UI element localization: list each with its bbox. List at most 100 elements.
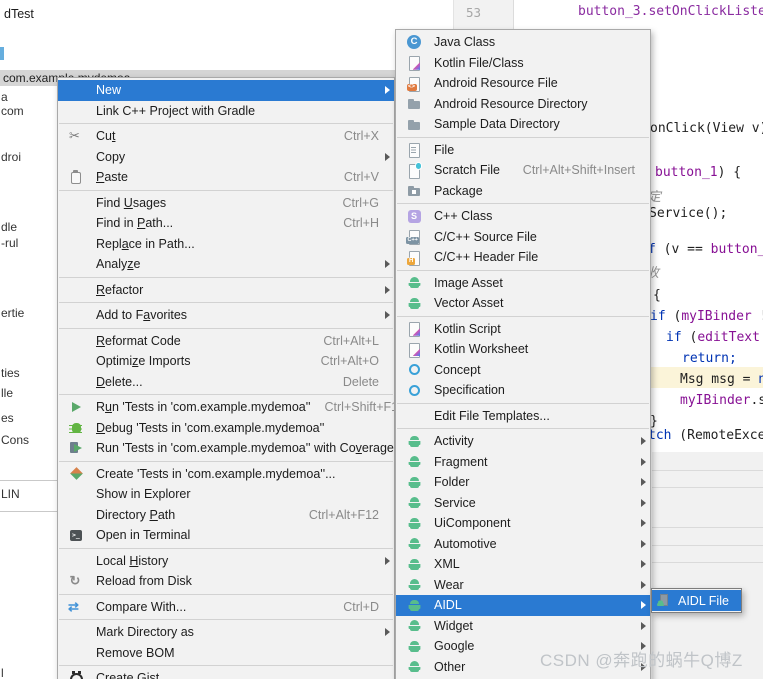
- menu-item-automotive[interactable]: Automotive: [396, 534, 650, 555]
- menu-item-file[interactable]: File: [396, 140, 650, 161]
- menu-item-icon-slot: [406, 618, 422, 634]
- menu-item-shortcut: Delete: [342, 374, 379, 389]
- tree-item-fragment[interactable]: droi: [1, 150, 21, 164]
- menu-item-kotlin-script[interactable]: Kotlin Script: [396, 319, 650, 340]
- menu-item-specification[interactable]: Specification: [396, 380, 650, 401]
- tree-item-fragment[interactable]: es: [1, 411, 14, 425]
- menu-item-aidl-file[interactable]: AIDL File: [652, 590, 741, 611]
- menu-item-debug-tests-in-com-example-mydemoa[interactable]: Debug 'Tests in 'com.example.mydemoa'': [58, 418, 394, 439]
- watermark: CSDN @奔跑的蜗牛Q博Z: [540, 651, 743, 670]
- arrow-slot: [635, 498, 646, 507]
- menu-item-icon-slot: [68, 215, 84, 231]
- tree-item-fragment[interactable]: LIN: [1, 487, 20, 501]
- menu-item-label: Create 'Tests in 'com.example.mydemoa''.…: [96, 466, 336, 481]
- menu-item-remove-bom[interactable]: Remove BOM: [58, 643, 394, 664]
- menu-item-java-class[interactable]: Java Class: [396, 32, 650, 53]
- menu-item-package[interactable]: Package: [396, 181, 650, 202]
- menu-item-concept[interactable]: Concept: [396, 360, 650, 381]
- menu-item-paste[interactable]: Paste Ctrl+V: [58, 167, 394, 188]
- menu-item-mark-directory-as[interactable]: Mark Directory as: [58, 622, 394, 643]
- menu-item-icon-slot: [68, 440, 84, 456]
- submenu-arrow-icon: [385, 311, 390, 320]
- menu-item-wear[interactable]: Wear: [396, 575, 650, 596]
- menu-item-uicomponent[interactable]: UiComponent: [396, 513, 650, 534]
- menu-item-sample-data-directory[interactable]: Sample Data Directory: [396, 114, 650, 135]
- menu-item-shortcut: Ctrl+X: [343, 129, 379, 144]
- tree-item-fragment[interactable]: -rul: [1, 236, 18, 250]
- tree-item-fragment[interactable]: com: [1, 104, 24, 118]
- menu-item-cut[interactable]: Cut Ctrl+X: [58, 126, 394, 147]
- menu-item-analyze[interactable]: Analyze: [58, 254, 394, 275]
- menu-item-open-in-terminal[interactable]: Open in Terminal: [58, 525, 394, 546]
- menu-item-create-gist[interactable]: Create Gist...: [58, 668, 394, 679]
- menu-separator: [59, 123, 393, 124]
- menu-item-new[interactable]: New: [58, 80, 394, 101]
- menu-item-service[interactable]: Service: [396, 493, 650, 514]
- tree-item-fragment[interactable]: ties: [1, 366, 20, 380]
- menu-item-kotlin-file-class[interactable]: Kotlin File/Class: [396, 53, 650, 74]
- menu-item-add-to-favorites[interactable]: Add to Favorites: [58, 305, 394, 326]
- tree-item-fragment[interactable]: lle: [1, 386, 13, 400]
- tree-item-fragment[interactable]: a: [1, 90, 8, 104]
- menu-item-c-c-source-file[interactable]: C/C++ Source File: [396, 227, 650, 248]
- android-icon: [406, 659, 422, 675]
- code-token: (RemoteExcep: [679, 428, 763, 443]
- menu-separator: [59, 593, 393, 595]
- tree-item-fragment[interactable]: Cons: [1, 433, 29, 447]
- menu-item-find-usages[interactable]: Find Usages Ctrl+G: [58, 193, 394, 214]
- right-gray-panel: [652, 452, 763, 679]
- menu-item-fragment[interactable]: Fragment: [396, 452, 650, 473]
- tree-item-fragment[interactable]: dle: [1, 220, 17, 234]
- menu-item-run-tests-in-com-example-mydemoa-with-co[interactable]: Run 'Tests in 'com.example.mydemoa'' wit…: [58, 438, 394, 459]
- menu-item-local-history[interactable]: Local History: [58, 551, 394, 572]
- debug-icon: [68, 420, 84, 436]
- menu-item-icon-slot: [406, 116, 422, 132]
- menu-item-widget[interactable]: Widget: [396, 616, 650, 637]
- menu-item-icon-slot: [406, 362, 422, 378]
- menu-item-copy[interactable]: Copy: [58, 147, 394, 168]
- menu-item-show-in-explorer[interactable]: Show in Explorer: [58, 484, 394, 505]
- tree-item-fragment[interactable]: ertie: [1, 306, 24, 320]
- menu-item-aidl[interactable]: AIDL: [396, 595, 650, 616]
- menu-item-android-resource-file[interactable]: Android Resource File: [396, 73, 650, 94]
- tree-item-fragment[interactable]: l: [1, 666, 4, 679]
- panel-divider: [652, 545, 763, 546]
- menu-item-c-c-header-file[interactable]: C/C++ Header File: [396, 247, 650, 268]
- menu-item-reload-from-disk[interactable]: Reload from Disk: [58, 571, 394, 592]
- menu-item-label: Service: [434, 495, 476, 510]
- menu-item-directory-path[interactable]: Directory Path Ctrl+Alt+F12: [58, 505, 394, 526]
- menu-item-folder[interactable]: Folder: [396, 472, 650, 493]
- cpp-source-icon: [406, 229, 422, 246]
- kotlin-icon: [406, 55, 422, 72]
- menu-item-refactor[interactable]: Refactor: [58, 280, 394, 301]
- menu-item-image-asset[interactable]: Image Asset: [396, 273, 650, 294]
- menu-item-delete[interactable]: Delete... Delete: [58, 372, 394, 393]
- menu-item-icon-slot: [68, 374, 84, 390]
- menu-item-kotlin-worksheet[interactable]: Kotlin Worksheet: [396, 339, 650, 360]
- menu-item-icon-slot: [68, 466, 84, 482]
- menu-item-optimize-imports[interactable]: Optimize Imports Ctrl+Alt+O: [58, 351, 394, 372]
- menu-item-reformat-code[interactable]: Reformat Code Ctrl+Alt+L: [58, 331, 394, 352]
- menu-item-activity[interactable]: Activity: [396, 431, 650, 452]
- menu-item-replace-in-path[interactable]: Replace in Path...: [58, 234, 394, 255]
- menu-item-vector-asset[interactable]: Vector Asset: [396, 293, 650, 314]
- menu-item-run-tests-in-com-example-mydemoa[interactable]: Run 'Tests in 'com.example.mydemoa'' Ctrl…: [58, 397, 394, 418]
- menu-item-label: Scratch File: [434, 163, 500, 178]
- breadcrumb-fragment: dTest: [4, 7, 34, 21]
- menu-item-create-tests-in-com-example-mydemoa[interactable]: Create 'Tests in 'com.example.mydemoa''.…: [58, 464, 394, 485]
- menu-item-edit-file-templates[interactable]: Edit File Templates...: [396, 406, 650, 427]
- aidl-file-icon: [656, 593, 672, 609]
- run-icon: [68, 399, 84, 415]
- menu-item-link-c-project-with-gradle[interactable]: Link C++ Project with Gradle: [58, 101, 394, 122]
- menu-item-android-resource-directory[interactable]: Android Resource Directory: [396, 94, 650, 115]
- menu-item-compare-with[interactable]: Compare With... Ctrl+D: [58, 597, 394, 618]
- menu-separator: [397, 269, 649, 271]
- menu-item-scratch-file[interactable]: Scratch File Ctrl+Alt+Shift+Insert: [396, 160, 650, 181]
- android-icon: [406, 454, 422, 470]
- file-icon: [406, 142, 422, 159]
- menu-item-label: Copy: [96, 149, 126, 164]
- menu-item-label: Vector Asset: [434, 296, 504, 311]
- menu-item-c-class[interactable]: C++ Class: [396, 206, 650, 227]
- menu-item-xml[interactable]: XML: [396, 554, 650, 575]
- menu-item-find-in-path[interactable]: Find in Path... Ctrl+H: [58, 213, 394, 234]
